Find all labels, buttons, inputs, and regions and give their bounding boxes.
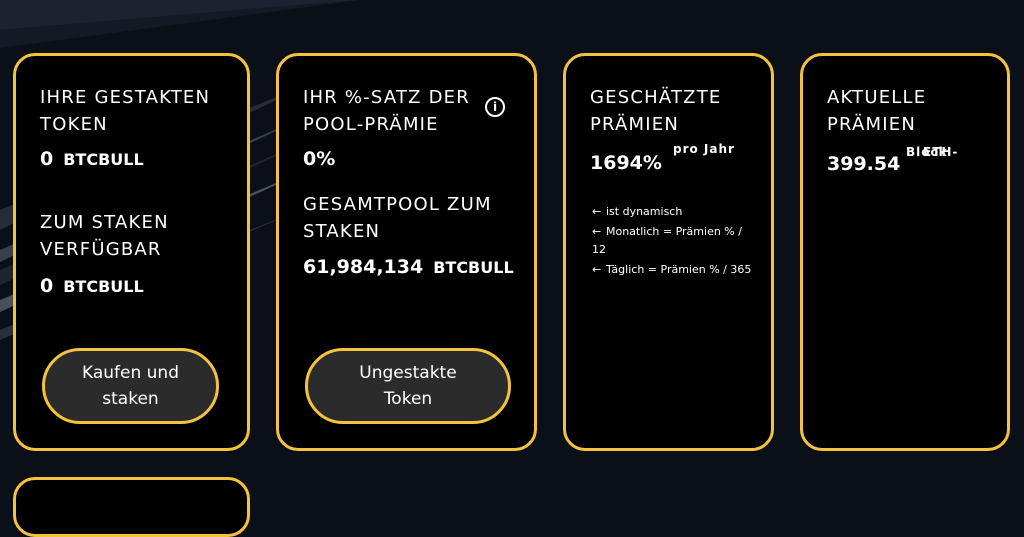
note-monthly: ← Monatlich = Prämien % / 12 bbox=[592, 223, 752, 259]
available-amount: 0 BTCBULL bbox=[40, 274, 144, 299]
staked-tokens-card: IHRE GESTAKTEN TOKEN 0 BTCBULL ZUM STAKEN… bbox=[13, 53, 250, 451]
staked-amount-value: 0 bbox=[40, 148, 54, 170]
arrow-left-icon: ← bbox=[592, 205, 602, 218]
unstake-tokens-button[interactable]: Ungestakte Token bbox=[305, 348, 511, 424]
staked-tokens-amount: 0 BTCBULL bbox=[40, 147, 144, 172]
total-pool-unit: BTCBULL bbox=[433, 258, 514, 277]
arrow-left-icon: ← bbox=[592, 225, 602, 238]
estimated-rewards-card: GESCHÄTZTE PRÄMIEN 1694% pro Jahr ← ist d… bbox=[563, 53, 774, 451]
total-pool-title: GESAMTPOOL ZUM STAKEN bbox=[303, 194, 492, 242]
pool-share-card: IHR %-SATZ DER POOL-PRÄMIE i 0% GESAMTPO… bbox=[276, 53, 537, 451]
staked-tokens-title: IHRE GESTAKTEN TOKEN bbox=[40, 87, 211, 135]
note-daily: ← Täglich = Prämien % / 365 bbox=[592, 261, 752, 279]
available-amount-unit: BTCBULL bbox=[63, 277, 144, 296]
current-rewards-title: AKTUELLE PRÄMIEN bbox=[827, 87, 927, 135]
note-dynamic: ← ist dynamisch bbox=[592, 203, 762, 221]
per-year-label: pro Jahr bbox=[673, 142, 735, 156]
estimated-rewards-title: GESCHÄTZTE PRÄMIEN bbox=[590, 87, 722, 135]
note-daily-text: Täglich = Prämien % / 365 bbox=[606, 263, 752, 276]
staked-amount-unit: BTCBULL bbox=[63, 150, 144, 169]
current-rewards-amount: 399.54 bbox=[827, 153, 901, 175]
info-icon[interactable]: i bbox=[485, 97, 505, 117]
partial-card bbox=[13, 477, 250, 537]
current-rewards-unit-b: ETH- bbox=[923, 145, 959, 159]
pool-share-percent: 0% bbox=[303, 148, 336, 170]
available-amount-value: 0 bbox=[40, 275, 54, 297]
current-rewards-card: AKTUELLE PRÄMIEN 399.54 Block ETH- bbox=[800, 53, 1010, 451]
note-monthly-text: Monatlich = Prämien % / 12 bbox=[592, 225, 742, 256]
total-pool-amount: 61,984,134 BTCBULL bbox=[303, 255, 514, 280]
available-title: ZUM STAKEN VERFÜGBAR bbox=[40, 212, 169, 260]
pool-share-title: IHR %-SATZ DER POOL-PRÄMIE bbox=[303, 87, 470, 135]
unstake-tokens-label: Ungestakte Token bbox=[359, 363, 457, 409]
arrow-left-icon: ← bbox=[592, 263, 602, 276]
total-pool-value: 61,984,134 bbox=[303, 256, 424, 278]
buy-and-stake-button[interactable]: Kaufen und staken bbox=[42, 348, 219, 424]
estimated-rewards-percent: 1694% bbox=[590, 152, 662, 174]
buy-and-stake-label: Kaufen und staken bbox=[81, 363, 179, 409]
note-dynamic-text: ist dynamisch bbox=[606, 205, 683, 218]
